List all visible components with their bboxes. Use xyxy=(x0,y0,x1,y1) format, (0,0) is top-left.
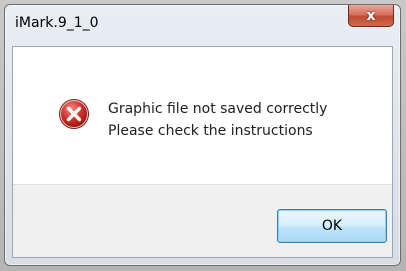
close-icon: x xyxy=(366,7,376,24)
error-icon xyxy=(59,99,89,129)
dialog-title: iMark.9_1_0 xyxy=(15,15,99,31)
error-dialog: iMark.9_1_0 x Graphic file not saved cor… xyxy=(4,4,401,266)
ok-button[interactable]: OK xyxy=(277,209,387,243)
dialog-body: Graphic file not saved correctly Please … xyxy=(12,46,393,258)
message-line-1: Graphic file not saved correctly xyxy=(108,101,328,117)
error-message: Graphic file not saved correctly Please … xyxy=(108,98,327,142)
message-line-2: Please check the instructions xyxy=(108,123,313,139)
close-button[interactable]: x xyxy=(348,5,394,27)
title-bar[interactable]: iMark.9_1_0 x xyxy=(5,5,400,46)
